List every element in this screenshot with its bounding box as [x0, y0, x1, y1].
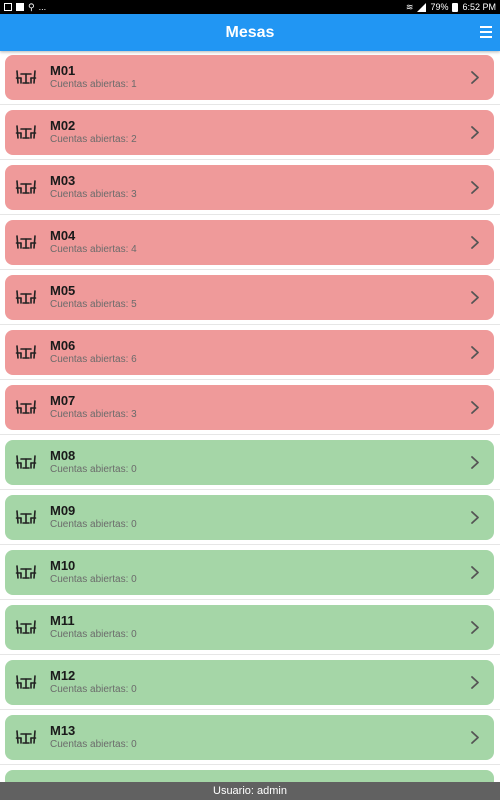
table-name: M05 — [50, 283, 76, 298]
table-row[interactable]: M02 Cuentas abiertas: 2 — [5, 110, 494, 155]
page-title: Mesas — [225, 24, 275, 41]
table-chairs-icon — [15, 343, 37, 361]
open-accounts-text: Cuentas abiertas: 0 — [50, 629, 137, 640]
table-chairs-icon — [15, 508, 37, 526]
current-user-label: Usuario: admin — [213, 785, 287, 797]
table-chairs-icon — [15, 453, 37, 471]
chevron-right-icon — [468, 620, 482, 635]
chevron-right-icon — [468, 510, 482, 525]
table-row[interactable]: M09 Cuentas abiertas: 0 — [5, 495, 494, 540]
table-row[interactable]: M03 Cuentas abiertas: 3 — [5, 165, 494, 210]
row-divider — [0, 709, 500, 710]
chevron-right-icon — [468, 125, 482, 140]
usb-icon: ⚲ — [28, 2, 35, 12]
table-name: M08 — [50, 448, 76, 463]
row-divider — [0, 654, 500, 655]
row-divider — [0, 599, 500, 600]
table-name: M01 — [50, 63, 76, 78]
app-notification-icon — [16, 3, 24, 11]
signal-icon — [417, 2, 427, 12]
chevron-right-icon — [468, 290, 482, 305]
more-notifications-text: ... — [38, 2, 47, 12]
status-bar-system: ≋ 79% 6:52 PM — [406, 0, 496, 14]
row-divider — [0, 324, 500, 325]
open-accounts-text: Cuentas abiertas: 3 — [50, 409, 137, 420]
table-name: M03 — [50, 173, 76, 188]
open-accounts-text: Cuentas abiertas: 0 — [50, 574, 137, 585]
table-row[interactable]: M12 Cuentas abiertas: 0 — [5, 660, 494, 705]
status-bar: ⚲ ... ≋ 79% 6:52 PM — [0, 0, 500, 14]
table-row[interactable]: M05 Cuentas abiertas: 5 — [5, 275, 494, 320]
table-chairs-icon — [15, 398, 37, 416]
gallery-notification-icon — [4, 3, 12, 11]
table-chairs-icon — [15, 68, 37, 86]
table-name: M07 — [50, 393, 76, 408]
table-row[interactable] — [5, 770, 494, 782]
row-divider — [0, 104, 500, 105]
open-accounts-text: Cuentas abiertas: 6 — [50, 354, 137, 365]
table-name: M02 — [50, 118, 76, 133]
table-name: M09 — [50, 503, 76, 518]
table-name: M12 — [50, 668, 76, 683]
screen: ⚲ ... ≋ 79% 6:52 PM Mesas M01 Cuentas abi… — [0, 0, 500, 800]
open-accounts-text: Cuentas abiertas: 3 — [50, 189, 137, 200]
table-name: M11 — [50, 613, 75, 628]
row-divider — [0, 489, 500, 490]
table-chairs-icon — [15, 233, 37, 251]
table-chairs-icon — [15, 673, 37, 691]
table-row[interactable]: M11 Cuentas abiertas: 0 — [5, 605, 494, 650]
chevron-right-icon — [468, 455, 482, 470]
chevron-right-icon — [468, 235, 482, 250]
table-row[interactable]: M10 Cuentas abiertas: 0 — [5, 550, 494, 595]
table-name: M04 — [50, 228, 76, 243]
table-chairs-icon — [15, 123, 37, 141]
tables-list[interactable]: M01 Cuentas abiertas: 1 M02 Cuentas abierta… — [0, 51, 500, 782]
table-chairs-icon — [15, 618, 37, 636]
chevron-right-icon — [468, 70, 482, 85]
row-divider — [0, 544, 500, 545]
table-row[interactable]: M06 Cuentas abiertas: 6 — [5, 330, 494, 375]
row-divider — [0, 214, 500, 215]
hamburger-menu-icon[interactable] — [480, 26, 492, 38]
table-name: M13 — [50, 723, 76, 738]
open-accounts-text: Cuentas abiertas: 0 — [50, 519, 137, 530]
row-divider — [0, 764, 500, 765]
table-row[interactable]: M01 Cuentas abiertas: 1 — [5, 55, 494, 100]
table-chairs-icon — [15, 288, 37, 306]
table-row[interactable]: M07 Cuentas abiertas: 3 — [5, 385, 494, 430]
battery-percent: 79% — [430, 2, 449, 12]
open-accounts-text: Cuentas abiertas: 1 — [50, 79, 137, 90]
open-accounts-text: Cuentas abiertas: 5 — [50, 299, 137, 310]
table-chairs-icon — [15, 178, 37, 196]
app-bar: Mesas — [0, 14, 500, 51]
wifi-icon: ≋ — [405, 2, 414, 12]
chevron-right-icon — [468, 565, 482, 580]
chevron-right-icon — [468, 400, 482, 415]
chevron-right-icon — [468, 675, 482, 690]
table-name: M06 — [50, 338, 76, 353]
table-row[interactable]: M13 Cuentas abiertas: 0 — [5, 715, 494, 760]
row-divider — [0, 159, 500, 160]
table-row[interactable]: M08 Cuentas abiertas: 0 — [5, 440, 494, 485]
open-accounts-text: Cuentas abiertas: 2 — [50, 134, 137, 145]
chevron-right-icon — [468, 345, 482, 360]
footer-user-bar: Usuario: admin — [0, 782, 500, 800]
status-bar-notifications: ⚲ ... — [4, 0, 46, 14]
row-divider — [0, 379, 500, 380]
chevron-right-icon — [468, 730, 482, 745]
battery-icon — [452, 2, 459, 12]
table-row[interactable]: M04 Cuentas abiertas: 4 — [5, 220, 494, 265]
table-chairs-icon — [15, 563, 37, 581]
row-divider — [0, 269, 500, 270]
open-accounts-text: Cuentas abiertas: 0 — [50, 464, 137, 475]
open-accounts-text: Cuentas abiertas: 4 — [50, 244, 137, 255]
row-divider — [0, 434, 500, 435]
clock: 6:52 PM — [462, 2, 496, 12]
chevron-right-icon — [468, 180, 482, 195]
table-chairs-icon — [15, 728, 37, 746]
open-accounts-text: Cuentas abiertas: 0 — [50, 684, 137, 695]
open-accounts-text: Cuentas abiertas: 0 — [50, 739, 137, 750]
table-name: M10 — [50, 558, 76, 573]
